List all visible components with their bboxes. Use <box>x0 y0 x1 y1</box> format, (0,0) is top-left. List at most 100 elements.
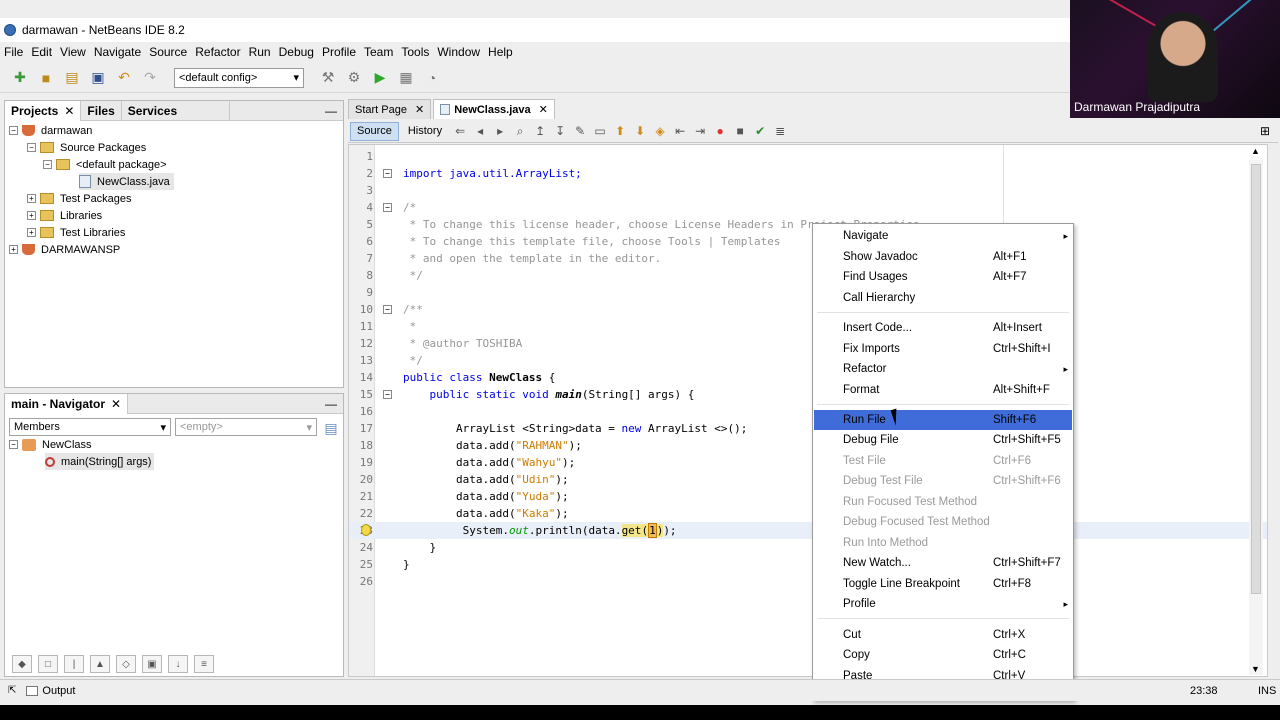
fold-icon[interactable]: − <box>383 390 392 399</box>
show-javadoc-icon[interactable]: ▣ <box>142 655 162 673</box>
tree-item-source-packages[interactable]: − Source Packages <box>27 139 146 156</box>
run-icon[interactable]: ▶ <box>370 68 390 88</box>
show-static-icon[interactable]: | <box>64 655 84 673</box>
close-icon[interactable]: ✕ <box>111 397 121 411</box>
sort-by-name-icon[interactable]: ↓ <box>168 655 188 673</box>
menu-help[interactable]: Help <box>488 45 513 59</box>
source-view-button[interactable]: Source <box>350 121 399 141</box>
code-line[interactable]: 11 * <box>349 318 1267 335</box>
code-line[interactable]: 10 /** − <box>349 301 1267 318</box>
tree-item-darmawansp[interactable]: + DARMAWANSP <box>9 241 120 258</box>
start-macro-icon[interactable]: ● <box>711 122 729 140</box>
build-icon[interactable]: ⚒ <box>318 68 338 88</box>
menu-refactor[interactable]: Refactor <box>195 45 240 59</box>
tree-item-default-package[interactable]: − <default package> <box>43 156 167 173</box>
code-line[interactable]: 13 */ <box>349 352 1267 369</box>
menu-edit[interactable]: Edit <box>31 45 52 59</box>
show-fields-icon[interactable]: □ <box>38 655 58 673</box>
toggle-bookmark-icon[interactable]: ◈ <box>651 122 669 140</box>
tab-services[interactable]: Services <box>122 100 230 121</box>
close-icon[interactable]: ✕ <box>64 104 74 118</box>
uncomment-icon[interactable]: ≣ <box>771 122 789 140</box>
code-line[interactable]: 17 ArrayList <String>data = new ArrayLis… <box>349 420 1267 437</box>
history-view-button[interactable]: History <box>401 122 449 141</box>
tab-navigator[interactable]: main - Navigator ✕ <box>5 393 129 414</box>
fold-icon[interactable]: − <box>383 305 392 314</box>
tab-newclass-java[interactable]: NewClass.java ✕ <box>433 99 555 119</box>
toggle-highlight-icon[interactable]: ✎ <box>571 122 589 140</box>
scroll-down-icon[interactable]: ▼ <box>1251 664 1260 674</box>
back-icon[interactable]: ◂ <box>471 122 489 140</box>
tab-projects[interactable]: Projects ✕ <box>5 100 82 121</box>
code-line[interactable]: 22 data.add("Kaka"); <box>349 505 1267 522</box>
previous-bookmark-icon[interactable]: ⬆ <box>611 122 629 140</box>
empty-dropdown[interactable]: <empty> ▾ <box>175 418 317 436</box>
forward-icon[interactable]: ▸ <box>491 122 509 140</box>
menu-item-fix-imports[interactable]: Fix Imports Ctrl+Shift+I <box>814 339 1072 359</box>
nav-item-newclass[interactable]: − NewClass <box>9 436 92 453</box>
menu-item-refactor[interactable]: Refactor ▸ <box>814 359 1072 379</box>
clean-build-icon[interactable]: ⚙ <box>344 68 364 88</box>
code-line[interactable]: 8 */ <box>349 267 1267 284</box>
tab-start-page[interactable]: Start Page ✕ <box>348 99 432 119</box>
scrollbar-thumb[interactable] <box>1251 164 1261 594</box>
menu-item-debug-file[interactable]: Debug File Ctrl+Shift+F5 <box>814 430 1072 450</box>
redo-icon[interactable]: ↷ <box>140 68 160 88</box>
tree-item-newclass-java[interactable]: NewClass.java <box>79 173 174 190</box>
maximize-editor-icon[interactable]: ⊞ <box>1260 124 1270 138</box>
menu-item-navigate[interactable]: Navigate ▸ <box>814 226 1072 246</box>
code-line[interactable]: 25} <box>349 556 1267 573</box>
menu-item-insert-code[interactable]: Insert Code... Alt+Insert <box>814 318 1072 338</box>
members-dropdown[interactable]: Members ▾ <box>9 418 171 436</box>
code-line[interactable]: 20 data.add("Udin"); <box>349 471 1267 488</box>
output-window-icon[interactable] <box>26 685 39 696</box>
code-line[interactable]: 2 import java.util.ArrayList; − <box>349 165 1267 182</box>
open-project-icon[interactable]: ▤ <box>62 68 82 88</box>
menu-profile[interactable]: Profile <box>322 45 356 59</box>
menu-debug[interactable]: Debug <box>279 45 314 59</box>
menu-navigate[interactable]: Navigate <box>94 45 141 59</box>
toggle-rect-select-icon[interactable]: ▭ <box>591 122 609 140</box>
find-icon[interactable]: ⌕ <box>511 122 529 140</box>
tree-item-libraries[interactable]: + Libraries <box>27 207 102 224</box>
code-line[interactable]: 14 public class NewClass { <box>349 369 1267 386</box>
code-line[interactable]: 18 data.add("RAHMAN"); <box>349 437 1267 454</box>
nav-item-main[interactable]: main(String[] args) <box>45 453 155 470</box>
expand-icon[interactable]: + <box>27 211 36 220</box>
menu-source[interactable]: Source <box>149 45 187 59</box>
menu-item-copy[interactable]: Copy Ctrl+C <box>814 645 1072 665</box>
minimize-icon[interactable]: — <box>325 397 337 411</box>
menu-item-call-hierarchy[interactable]: Call Hierarchy <box>814 288 1072 308</box>
menu-item-profile[interactable]: Profile ▸ <box>814 594 1072 614</box>
code-line[interactable]: 1 <box>349 148 1267 165</box>
lightbulb-hint-icon[interactable] <box>361 524 371 536</box>
code-line[interactable]: 26 <box>349 573 1267 590</box>
code-line[interactable]: 19 data.add("Wahyu"); <box>349 454 1267 471</box>
expand-icon[interactable]: + <box>27 228 36 237</box>
menu-team[interactable]: Team <box>364 45 393 59</box>
undo-icon[interactable]: ↶ <box>114 68 134 88</box>
code-line[interactable]: 7 * and open the template in the editor. <box>349 250 1267 267</box>
collapse-icon[interactable]: − <box>9 440 18 449</box>
new-file-icon[interactable]: ✚ <box>10 68 30 88</box>
comment-icon[interactable]: ✔ <box>751 122 769 140</box>
shift-right-icon[interactable]: ⇥ <box>691 122 709 140</box>
code-line[interactable]: 24 } <box>349 539 1267 556</box>
code-line[interactable]: 16 <box>349 403 1267 420</box>
close-icon[interactable]: ✕ <box>539 103 548 116</box>
code-line[interactable]: 5 * To change this license header, choos… <box>349 216 1267 233</box>
code-line[interactable]: 12 * @author TOSHIBA <box>349 335 1267 352</box>
collapse-icon[interactable]: − <box>43 160 52 169</box>
menu-item-new-watch[interactable]: New Watch... Ctrl+Shift+F7 <box>814 553 1072 573</box>
output-tab[interactable]: Output <box>42 685 75 697</box>
show-inherited-icon[interactable]: ◆ <box>12 655 32 673</box>
output-toggle-icon[interactable]: ⇱ <box>8 685 16 696</box>
tab-files[interactable]: Files <box>81 100 122 121</box>
menu-item-format[interactable]: Format Alt+Shift+F <box>814 380 1072 400</box>
code-line[interactable]: 9 <box>349 284 1267 301</box>
menu-item-toggle-line-breakpoint[interactable]: Toggle Line Breakpoint Ctrl+F8 <box>814 574 1072 594</box>
save-all-icon[interactable]: ▣ <box>88 68 108 88</box>
menu-run[interactable]: Run <box>249 45 271 59</box>
debug-icon[interactable]: ▦ <box>396 68 416 88</box>
tree-item-test-libraries[interactable]: + Test Libraries <box>27 224 125 241</box>
